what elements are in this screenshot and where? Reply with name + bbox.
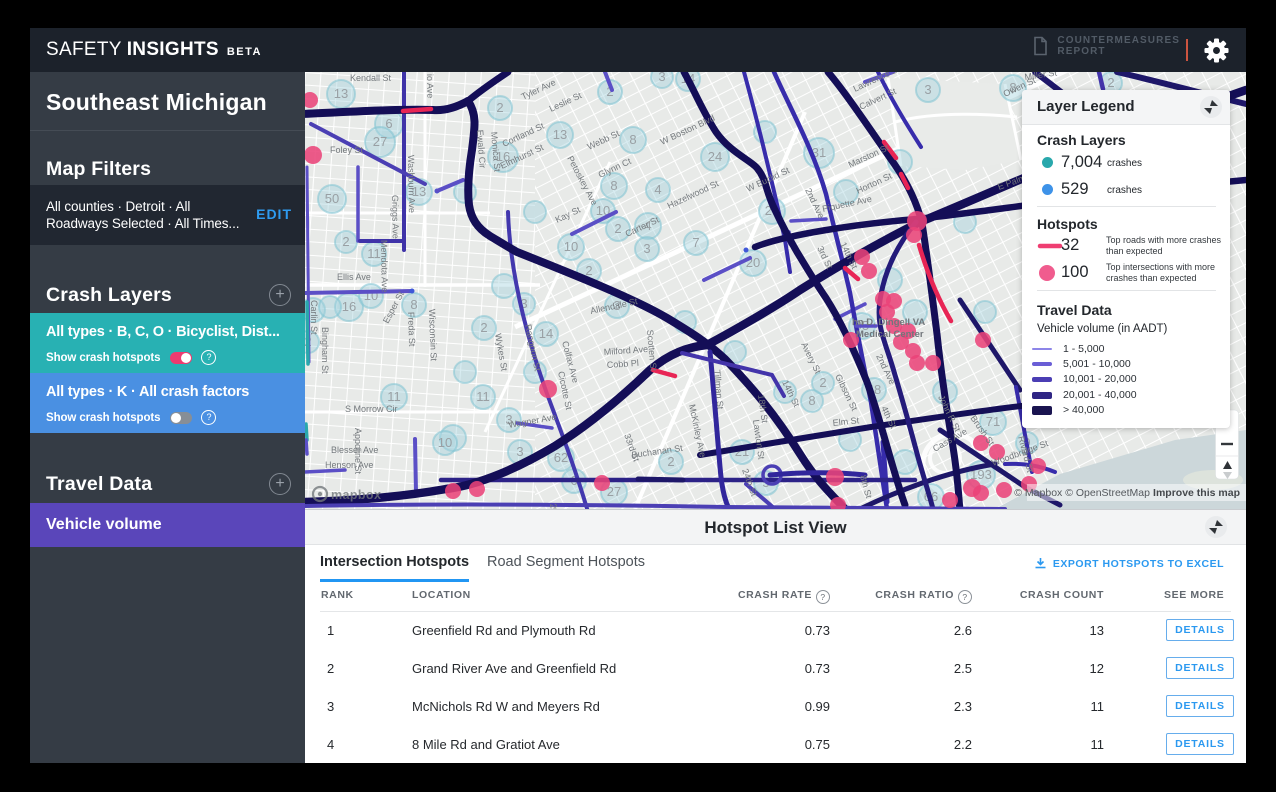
svg-text:Mendota Ave: Mendota Ave (379, 240, 390, 293)
svg-text:© Mapbox © OpenStreetMap: © Mapbox © OpenStreetMap (1014, 487, 1150, 499)
svg-text:3: 3 (658, 72, 665, 84)
svg-text:hn D. Dingell VA: hn D. Dingell VA (852, 317, 925, 328)
svg-text:Appoline St: Appoline St (353, 428, 363, 475)
svg-text:3: 3 (643, 241, 650, 256)
svg-text:2: 2 (614, 221, 621, 236)
svg-text:Carlin St: Carlin St (309, 300, 319, 335)
svg-text:Griggs Ave: Griggs Ave (390, 195, 401, 239)
svg-text:Henson Ave: Henson Ave (325, 460, 373, 470)
svg-text:2: 2 (342, 234, 349, 249)
svg-text:2: 2 (667, 454, 674, 469)
svg-text:4: 4 (654, 182, 661, 197)
svg-text:50: 50 (325, 191, 339, 206)
svg-text:S Morrow Cir: S Morrow Cir (345, 404, 398, 414)
svg-text:8: 8 (610, 178, 617, 193)
svg-text:6: 6 (385, 116, 392, 131)
svg-text:11: 11 (476, 389, 490, 404)
svg-text:2: 2 (496, 100, 503, 115)
svg-text:13: 13 (334, 86, 348, 101)
svg-text:Freda St: Freda St (406, 312, 417, 347)
svg-text:8: 8 (808, 393, 815, 408)
svg-text:10: 10 (564, 239, 578, 254)
svg-text:Washburn Ave: Washburn Ave (406, 155, 417, 213)
svg-text:11: 11 (367, 246, 381, 261)
svg-text:3: 3 (924, 82, 931, 97)
svg-text:8: 8 (629, 132, 636, 147)
svg-text:2: 2 (819, 375, 826, 390)
svg-text:Improve this map: Improve this map (1153, 487, 1240, 499)
svg-text:Medical Center: Medical Center (856, 329, 924, 340)
svg-text:11: 11 (387, 389, 401, 404)
svg-text:Bingham St: Bingham St (320, 327, 330, 374)
svg-text:2: 2 (1107, 75, 1114, 90)
svg-text:10: 10 (438, 435, 452, 450)
svg-text:2: 2 (480, 320, 487, 335)
svg-text:Foley St: Foley St (330, 145, 364, 155)
svg-text:71: 71 (986, 414, 1000, 429)
svg-text:24: 24 (708, 149, 722, 164)
svg-text:8: 8 (410, 297, 417, 312)
svg-text:27: 27 (373, 134, 387, 149)
svg-text:16: 16 (342, 299, 356, 314)
svg-text:Ellis Ave: Ellis Ave (337, 272, 371, 282)
svg-text:mapbox: mapbox (331, 488, 381, 502)
svg-text:14: 14 (539, 326, 553, 341)
svg-text:7: 7 (692, 235, 699, 250)
svg-text:Kendall St: Kendall St (350, 73, 392, 83)
svg-text:io Ave: io Ave (425, 74, 435, 99)
svg-text:13: 13 (553, 127, 567, 142)
svg-text:Wisconsin St: Wisconsin St (427, 309, 439, 362)
svg-text:62: 62 (554, 450, 568, 465)
svg-text:3: 3 (516, 444, 523, 459)
